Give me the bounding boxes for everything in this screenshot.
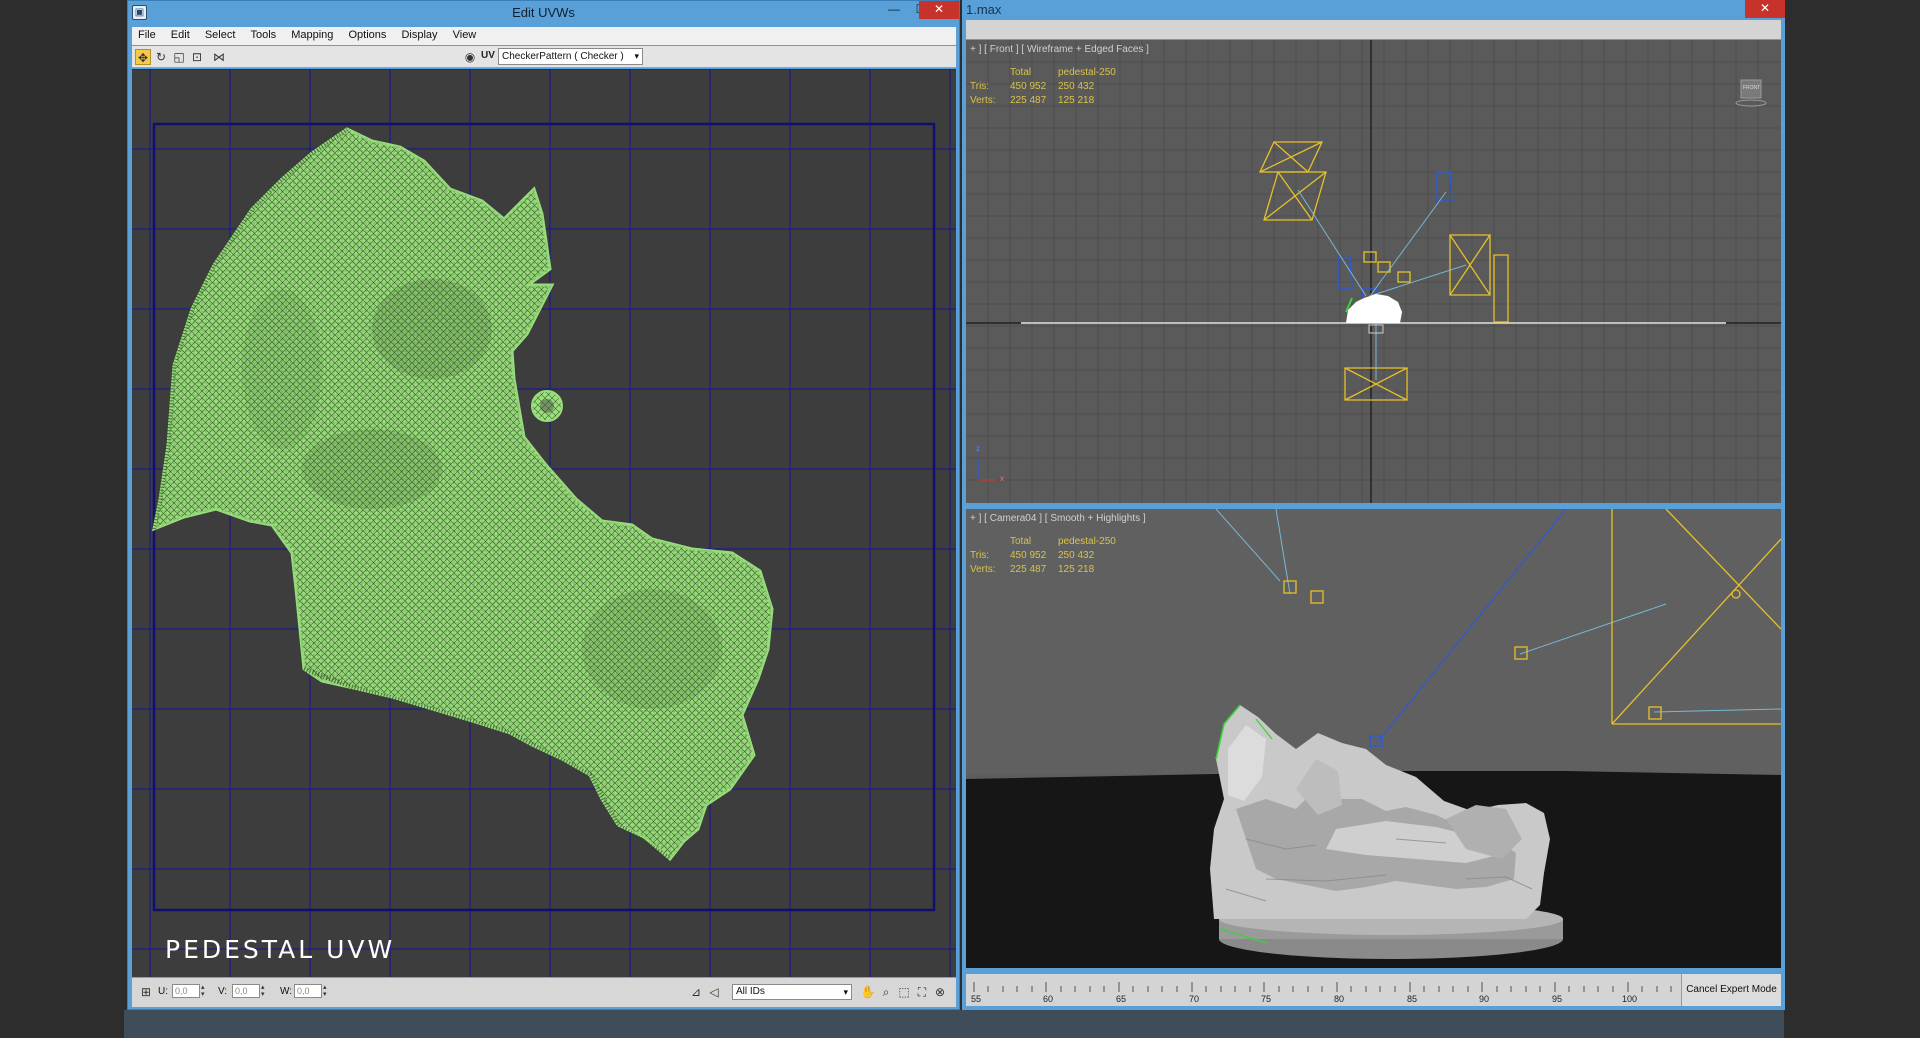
timeline-tick: 90 xyxy=(1479,994,1490,1004)
checker-icon[interactable]: ◉ xyxy=(462,49,478,65)
material-ids-dropdown[interactable]: All IDs ▾ xyxy=(732,984,852,1000)
timeline-tick: 95 xyxy=(1552,994,1563,1004)
timeline-tick: 80 xyxy=(1334,994,1345,1004)
pan-icon[interactable]: ✋ xyxy=(860,984,876,1000)
timeline-ticks-svg xyxy=(973,982,1672,992)
viewcube-icon xyxy=(1735,79,1767,107)
timeline-tick: 65 xyxy=(1116,994,1127,1004)
texture-dropdown[interactable]: CheckerPattern ( Checker ) ▾ xyxy=(498,48,643,65)
max-ribbon-strip xyxy=(966,20,1781,39)
menu-tools[interactable]: Tools xyxy=(244,27,282,41)
filter-icon[interactable]: ◁ xyxy=(706,984,722,1000)
stats-verts-label: Verts: xyxy=(970,564,996,575)
uvw-status-bar: ⊞ U: 0,0 ▴ ▾ V: 0,0 ▴ ▾ W: 0,0 ▴ ▾ ⊿ ◁ All … xyxy=(132,977,956,1007)
absolute-mode-icon[interactable]: ⊞ xyxy=(138,984,154,1000)
camera-viewport[interactable]: + ] [ Camera04 ] [ Smooth + Highlights ]… xyxy=(966,509,1781,968)
grid-snap-icon[interactable]: ⊗ xyxy=(932,984,948,1000)
stats-verts-total: 225 487 xyxy=(1010,95,1047,106)
taskbar-strip xyxy=(124,1010,1784,1038)
stats-tris-label: Tris: xyxy=(970,81,990,92)
u-spinner[interactable]: ▴ ▾ xyxy=(201,984,209,998)
stats-verts-object: 125 218 xyxy=(1058,564,1095,575)
u-label: U: xyxy=(158,986,168,997)
front-viewport-svg xyxy=(966,40,1781,503)
camera-viewport-svg xyxy=(966,509,1781,968)
uv-editor-canvas[interactable]: PEDESTAL UVW xyxy=(132,69,956,977)
uv-label: UV xyxy=(481,50,495,61)
front-viewport[interactable]: + ] [ Front ] [ Wireframe + Edged Faces … xyxy=(966,40,1781,503)
w-label: W: xyxy=(280,986,293,997)
camera-viewport-label[interactable]: + ] [ Camera04 ] [ Smooth + Highlights ] xyxy=(970,513,1146,524)
stats-object-header: pedestal-250 xyxy=(1058,536,1116,547)
v-label: V: xyxy=(218,986,228,997)
stats-verts-object: 125 218 xyxy=(1058,95,1095,106)
edit-uvws-titlebar[interactable]: ▣ Edit UVWs — ☐ ✕ xyxy=(128,1,959,25)
v-input[interactable]: 0,0 xyxy=(232,984,260,998)
stats-object-header: pedestal-250 xyxy=(1058,67,1116,78)
front-viewport-label[interactable]: + ] [ Front ] [ Wireframe + Edged Faces … xyxy=(970,44,1149,55)
stats-total-header: Total xyxy=(1010,536,1032,547)
timeline-tick: 75 xyxy=(1261,994,1272,1004)
zoom-extents-icon[interactable]: ⛶ xyxy=(914,984,930,1000)
timeline-tick: 55 xyxy=(971,994,982,1004)
uv-small-island[interactable] xyxy=(531,390,563,422)
stats-total-header: Total xyxy=(1010,67,1032,78)
chevron-down-icon: ▾ xyxy=(843,987,848,997)
uvw-toolbar: ✥ ↻ ◱ ⊡ ⋈ ◉ UV CheckerPattern ( Checker … xyxy=(132,46,956,68)
menu-mapping[interactable]: Mapping xyxy=(285,27,339,41)
u-input[interactable]: 0,0 xyxy=(172,984,200,998)
max-window-title: 1.max xyxy=(966,2,1002,17)
max-titlebar[interactable]: 1.max ✕ xyxy=(962,0,1785,20)
viewcube[interactable]: FRONT xyxy=(1735,76,1767,108)
timeline-tick: 100 xyxy=(1622,994,1638,1004)
zoom-icon[interactable]: ⌕ xyxy=(878,984,894,1000)
desktop: ▣ Edit UVWs — ☐ ✕ File Edit Select Tools… xyxy=(0,0,1920,1038)
cancel-expert-mode-button[interactable]: Cancel Expert Mode xyxy=(1681,974,1781,1006)
stats-tris-object: 250 432 xyxy=(1058,550,1095,561)
uv-canvas-svg xyxy=(132,69,956,977)
menu-select[interactable]: Select xyxy=(199,27,242,41)
menu-bar: File Edit Select Tools Mapping Options D… xyxy=(132,27,956,45)
axis-z-label: z xyxy=(976,444,980,453)
zoom-region-icon[interactable]: ⬚ xyxy=(896,984,912,1000)
texture-dropdown-value: CheckerPattern ( Checker ) xyxy=(502,51,624,62)
v-spinner[interactable]: ▴ ▾ xyxy=(261,984,269,998)
timeline-tick: 70 xyxy=(1189,994,1200,1004)
bottom-bar: 55 60 65 70 75 80 85 90 95 100 Cancel Ex… xyxy=(966,974,1781,1006)
rotate-icon[interactable]: ↻ xyxy=(153,49,169,65)
window-title: Edit UVWs xyxy=(512,5,575,20)
w-spinner[interactable]: ▴ ▾ xyxy=(323,984,331,998)
stats-verts-total: 225 487 xyxy=(1010,564,1047,575)
chevron-down-icon: ▾ xyxy=(634,51,639,61)
stats-tris-total: 450 952 xyxy=(1010,81,1047,92)
menu-display[interactable]: Display xyxy=(395,27,443,41)
lock-selection-icon[interactable]: ⊿ xyxy=(688,984,704,1000)
stats-tris-label: Tris: xyxy=(970,550,990,561)
viewcube-label: FRONT xyxy=(1743,85,1761,91)
move-icon[interactable]: ✥ xyxy=(135,49,151,65)
menu-file[interactable]: File xyxy=(132,27,162,41)
pedestal-uvw-caption: PEDESTAL UVW xyxy=(165,935,396,964)
menu-edit[interactable]: Edit xyxy=(165,27,196,41)
edit-uvws-window: ▣ Edit UVWs — ☐ ✕ File Edit Select Tools… xyxy=(127,0,960,1010)
timeline-tick: 85 xyxy=(1407,994,1418,1004)
axis-x-label: x xyxy=(1000,474,1004,483)
stats-tris-object: 250 432 xyxy=(1058,81,1095,92)
stats-tris-total: 450 952 xyxy=(1010,550,1047,561)
uv-island[interactable] xyxy=(151,126,774,862)
freeform-icon[interactable]: ⊡ xyxy=(189,49,205,65)
max-close-button[interactable]: ✕ xyxy=(1745,0,1785,18)
timeline-ruler[interactable]: 55 60 65 70 75 80 85 90 95 100 xyxy=(966,974,1681,1006)
menu-view[interactable]: View xyxy=(447,27,483,41)
mirror-icon[interactable]: ⋈ xyxy=(211,49,227,65)
max-main-window: 1.max ✕ +] [Front] [Wireframe + Edge… xyxy=(962,0,1785,1010)
w-input[interactable]: 0,0 xyxy=(294,984,322,998)
scale-icon[interactable]: ◱ xyxy=(171,49,187,65)
timeline-tick: 60 xyxy=(1043,994,1054,1004)
menu-options[interactable]: Options xyxy=(342,27,392,41)
ids-dropdown-value: All IDs xyxy=(736,986,765,997)
stats-verts-label: Verts: xyxy=(970,95,996,106)
close-button[interactable]: ✕ xyxy=(919,1,959,19)
